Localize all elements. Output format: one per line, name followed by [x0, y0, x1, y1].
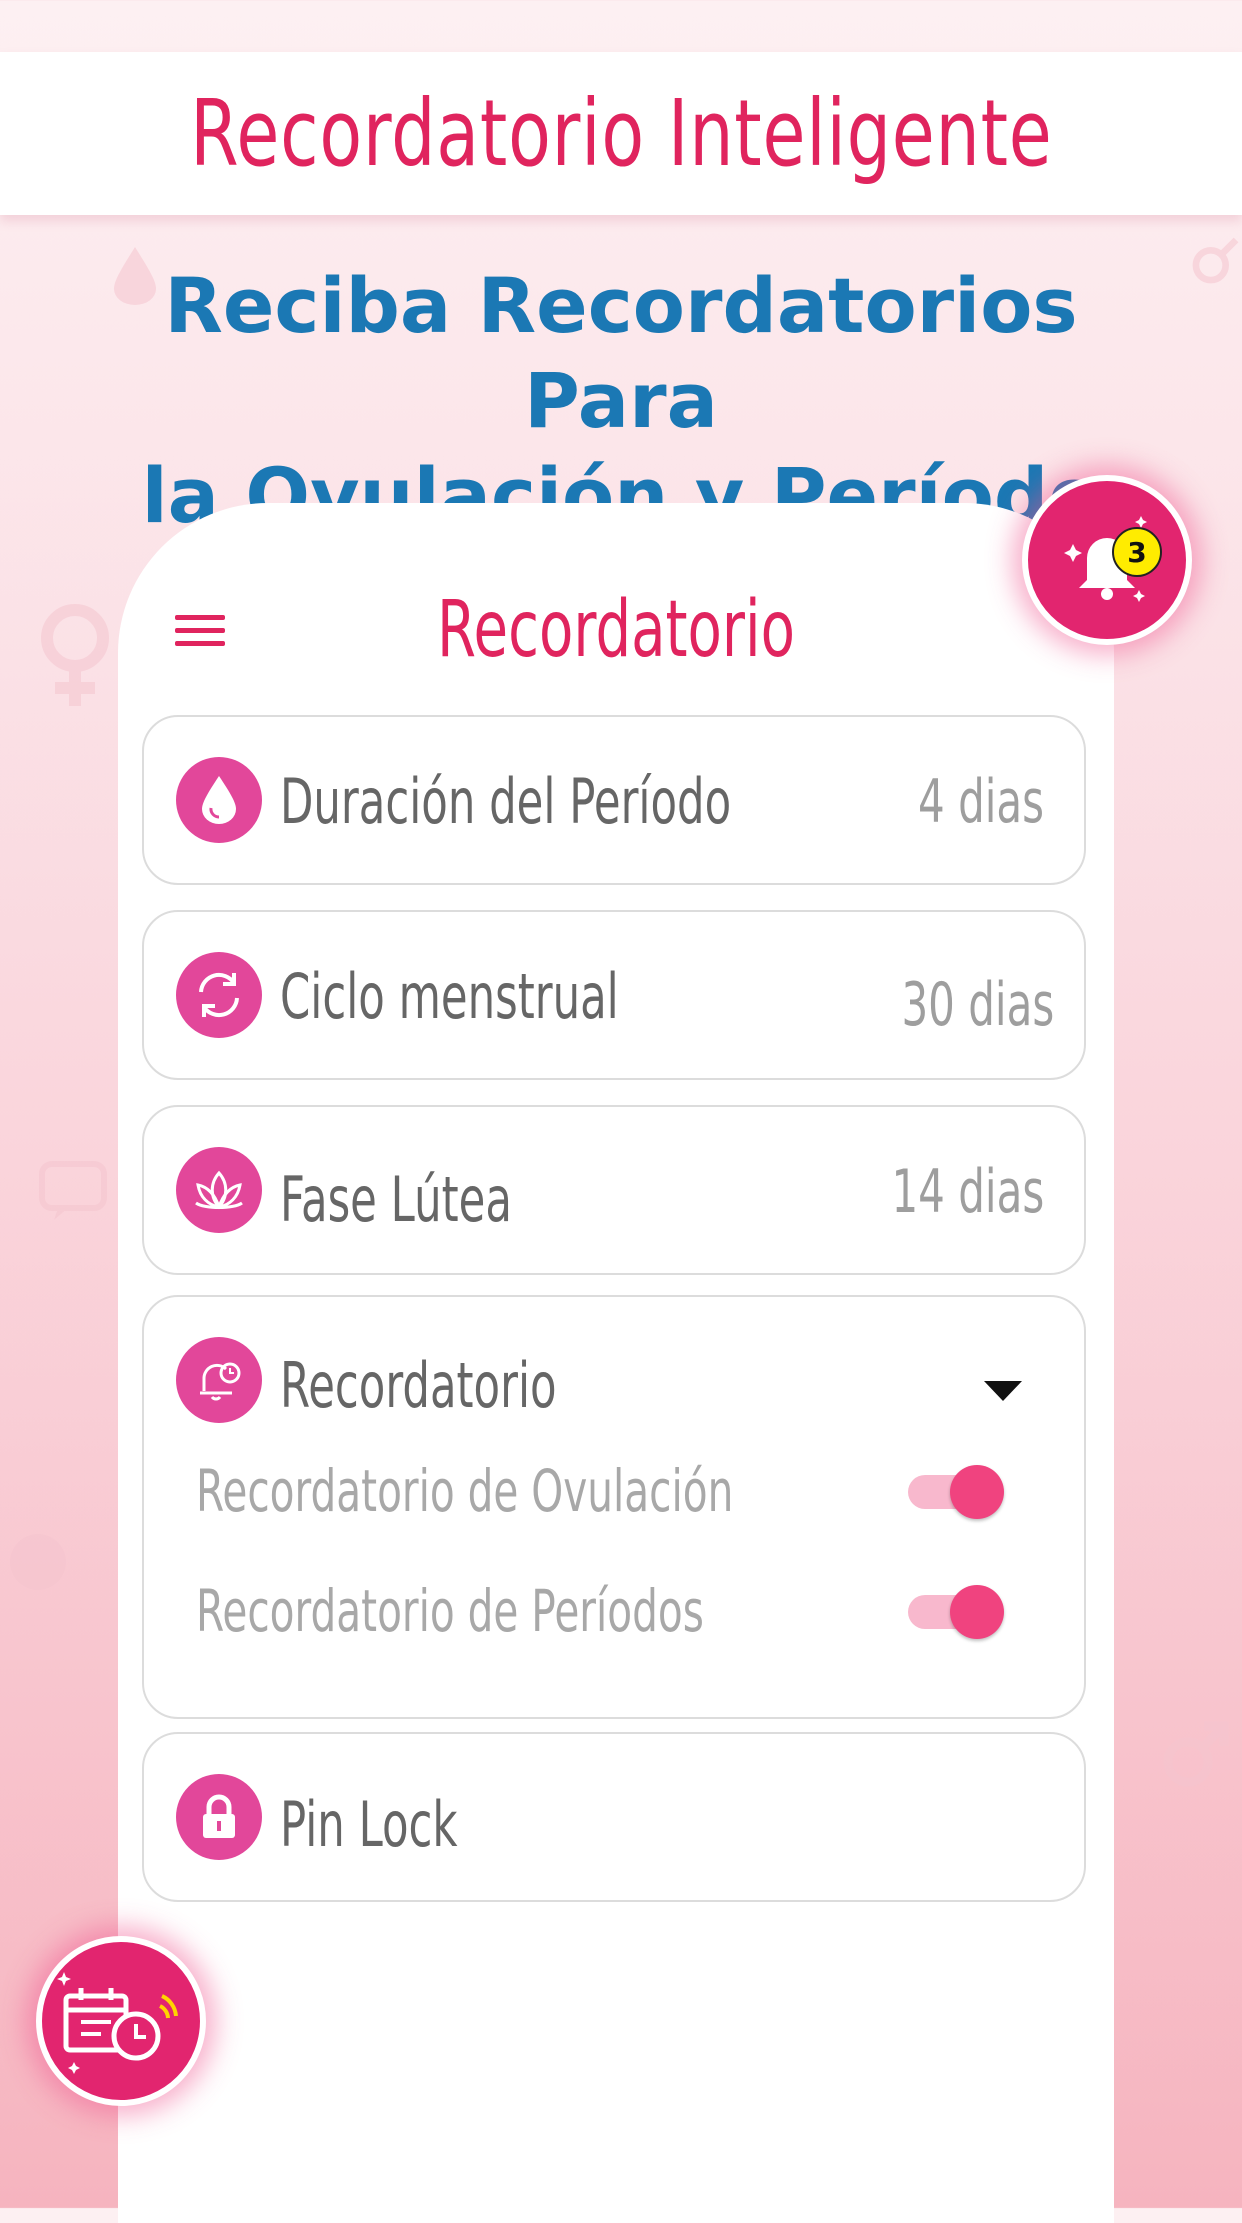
- chevron-down-icon[interactable]: [984, 1381, 1022, 1401]
- setting-label: Fase Lútea: [280, 1163, 512, 1236]
- subtitle-line-1: Reciba Recordatorios Para: [164, 261, 1078, 445]
- toggle-knob: [950, 1585, 1004, 1639]
- lock-icon: [176, 1774, 262, 1860]
- setting-label: Pin Lock: [280, 1788, 458, 1861]
- promo-subtitle: Reciba Recordatorios Para la Ovulación y…: [60, 258, 1182, 543]
- setting-value: 14 dias: [891, 1157, 1044, 1227]
- hamburger-menu-icon[interactable]: [175, 615, 225, 651]
- reminder-label: Recordatorio: [280, 1349, 557, 1422]
- reminder-header[interactable]: Recordatorio: [144, 1297, 1084, 1463]
- phone-screen: Recordatorio Duración del Período 4 dias…: [118, 503, 1114, 2223]
- alarm-bell-icon: [176, 1337, 262, 1423]
- period-reminder-toggle[interactable]: [908, 1585, 1004, 1639]
- toggle-knob: [950, 1465, 1004, 1519]
- mars-symbol-decoration: [1160, 1720, 1230, 1790]
- notification-count-badge: 3: [1112, 527, 1162, 577]
- venus-symbol-decoration: [30, 600, 120, 710]
- period-reminder-label: Recordatorio de Períodos: [196, 1577, 704, 1645]
- setting-period-duration[interactable]: Duración del Período 4 dias: [142, 715, 1086, 885]
- reminder-section: Recordatorio Recordatorio de Ovulación R…: [142, 1295, 1086, 1719]
- setting-value: 30 dias: [901, 970, 1054, 1040]
- setting-value: 4 dias: [917, 767, 1044, 837]
- ovulation-reminder-toggle[interactable]: [908, 1465, 1004, 1519]
- bell-decoration: [8, 1530, 68, 1594]
- lotus-icon: [176, 1147, 262, 1233]
- mars-symbol-decoration: [1190, 230, 1242, 290]
- cycle-icon: [176, 952, 262, 1038]
- calendar-clock-icon: [57, 1972, 178, 2074]
- notification-bell-button[interactable]: 3: [1022, 475, 1192, 645]
- screen-title: Recordatorio: [437, 585, 795, 675]
- ovulation-reminder-label: Recordatorio de Ovulación: [196, 1457, 734, 1525]
- chat-heart-decoration: [38, 1160, 108, 1224]
- setting-menstrual-cycle[interactable]: Ciclo menstrual 30 dias: [142, 910, 1086, 1080]
- calendar-alarm-button[interactable]: [36, 1936, 206, 2106]
- setting-label: Ciclo menstrual: [280, 960, 619, 1033]
- setting-label: Duración del Período: [280, 765, 732, 838]
- setting-pin-lock[interactable]: Pin Lock: [142, 1732, 1086, 1902]
- header-banner: Recordatorio Inteligente: [0, 52, 1242, 215]
- setting-luteal-phase[interactable]: Fase Lútea 14 dias: [142, 1105, 1086, 1275]
- banner-title: Recordatorio Inteligente: [189, 80, 1053, 187]
- drop-icon: [176, 757, 262, 843]
